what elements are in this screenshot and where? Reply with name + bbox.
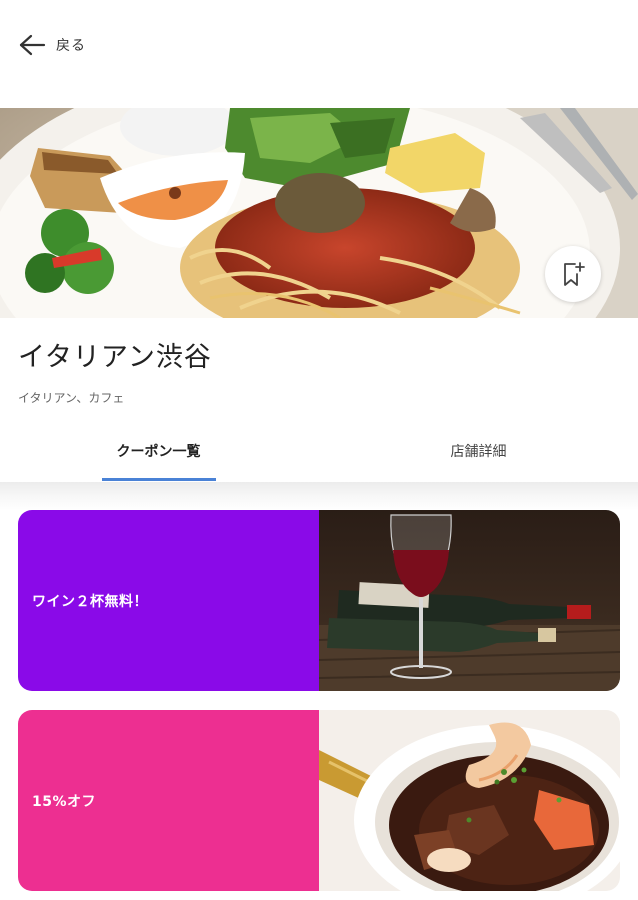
arrow-left-icon [18, 33, 46, 57]
bookmark-add-button[interactable] [545, 246, 601, 302]
active-tab-indicator [102, 478, 216, 481]
wine-bottles-image [319, 510, 620, 691]
coupon-title: 15%オフ [32, 793, 97, 810]
coupon-label-panel: ワイン２杯無料！ [18, 510, 319, 691]
bookmark-add-icon [559, 260, 587, 288]
back-label: 戻る [56, 38, 86, 54]
coupon-label-panel: 15%オフ [18, 710, 319, 891]
back-button[interactable]: 戻る [18, 30, 86, 60]
coupon-card[interactable]: ワイン２杯無料！ [18, 510, 620, 691]
hero-image [0, 108, 638, 318]
restaurant-name: イタリアン渋谷 [18, 342, 212, 373]
top-bar: 戻る [0, 0, 638, 92]
coupon-card[interactable]: 15%オフ [18, 710, 620, 891]
tab-bar: クーポン一覧 店舗詳細 [0, 420, 638, 482]
tab-coupon-list[interactable]: クーポン一覧 [100, 420, 217, 482]
coupon-title: ワイン２杯無料！ [32, 593, 148, 610]
stew-dish-image [319, 710, 620, 891]
restaurant-categories: イタリアン、カフェ [18, 391, 125, 405]
tab-store-details[interactable]: 店舗詳細 [420, 420, 537, 482]
